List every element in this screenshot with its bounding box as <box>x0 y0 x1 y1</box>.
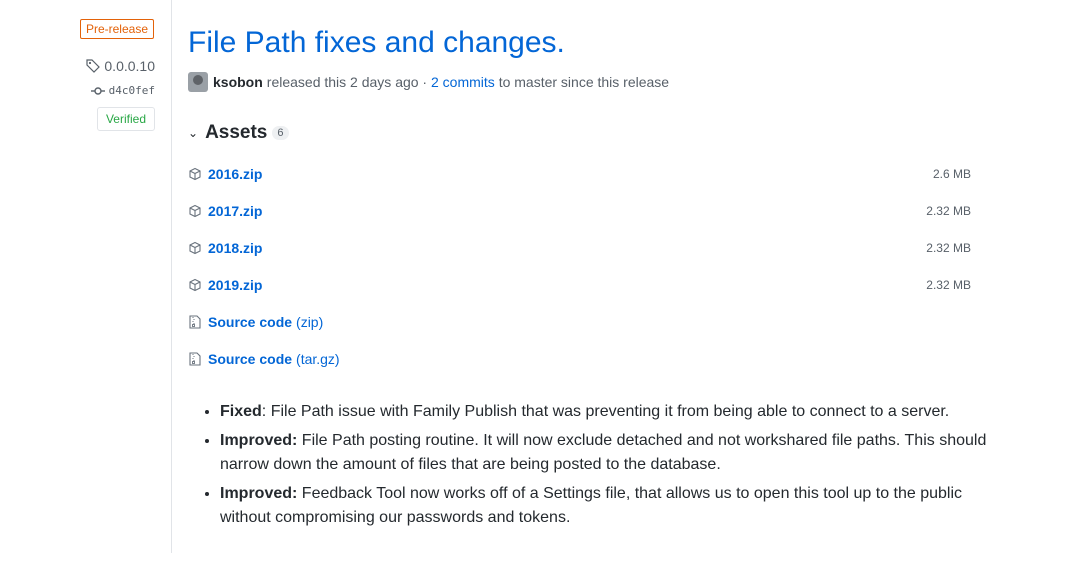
list-item: Improved: File Path posting routine. It … <box>220 429 1000 478</box>
package-icon <box>188 278 202 292</box>
list-item: Improved: Feedback Tool now works off of… <box>220 482 1000 531</box>
asset-name[interactable]: Source code <box>208 351 292 367</box>
tag-icon <box>86 59 101 73</box>
asset-row[interactable]: 2018.zip 2.32 MB <box>188 237 971 259</box>
asset-name[interactable]: Source code <box>208 314 292 330</box>
note-text: Feedback Tool now works off of a Setting… <box>220 484 963 527</box>
note-label: Improved: <box>220 431 298 449</box>
package-icon <box>188 204 202 218</box>
assets-count: 6 <box>272 126 289 140</box>
asset-row[interactable]: Source code (tar.gz) <box>188 348 971 370</box>
list-item: Fixed: File Path issue with Family Publi… <box>220 400 1000 425</box>
release-commit[interactable]: d4c0fef <box>90 84 155 97</box>
note-text: File Path posting routine. It will now e… <box>220 431 987 474</box>
asset-row[interactable]: 2017.zip 2.32 MB <box>188 200 971 222</box>
commits-suffix: to master since this release <box>498 74 670 90</box>
git-commit-icon <box>90 86 105 95</box>
release-title[interactable]: File Path fixes and changes. <box>188 26 565 60</box>
assets-heading: Assets <box>205 122 268 143</box>
verified-badge[interactable]: Verified <box>96 107 155 131</box>
note-label: Improved: <box>220 484 298 502</box>
asset-name[interactable]: 2019.zip <box>208 277 262 293</box>
package-icon <box>188 167 202 181</box>
asset-size: 2.6 MB <box>932 167 971 181</box>
release-byline: ksobon released this 2 days ago · 2 comm… <box>188 72 669 92</box>
asset-row[interactable]: Source code (zip) <box>188 311 971 333</box>
assets-toggle[interactable]: ⌄ Assets 6 <box>188 122 289 144</box>
author-name[interactable]: ksobon <box>213 74 263 90</box>
asset-size: 2.32 MB <box>926 278 971 292</box>
commits-link[interactable]: 2 commits <box>431 74 495 90</box>
asset-format[interactable]: (tar.gz) <box>296 351 340 367</box>
file-zip-icon <box>188 352 202 366</box>
asset-size: 2.32 MB <box>926 241 971 255</box>
release-meta-sidebar: Pre-release 0.0.0.10 d4c0fef Verified <box>0 0 172 553</box>
asset-name[interactable]: 2018.zip <box>208 240 262 256</box>
release-notes: Fixed: File Path issue with Family Publi… <box>188 400 1000 535</box>
note-label: Fixed <box>220 403 262 420</box>
package-icon <box>188 241 202 255</box>
chevron-down-icon: ⌄ <box>188 126 199 140</box>
asset-row[interactable]: 2019.zip 2.32 MB <box>188 274 971 296</box>
release-tag[interactable]: 0.0.0.10 <box>86 58 155 74</box>
commit-sha: d4c0fef <box>108 84 155 97</box>
asset-name[interactable]: 2017.zip <box>208 203 262 219</box>
pre-release-badge: Pre-release <box>79 19 154 39</box>
note-text: : File Path issue with Family Publish th… <box>261 403 950 420</box>
tag-label: 0.0.0.10 <box>104 58 155 74</box>
asset-size: 2.32 MB <box>926 204 971 218</box>
asset-name[interactable]: 2016.zip <box>208 166 262 182</box>
asset-row[interactable]: 2016.zip 2.6 MB <box>188 163 971 185</box>
author-avatar[interactable] <box>188 72 208 92</box>
file-zip-icon <box>188 315 202 329</box>
released-text: released this 2 days ago · <box>266 74 428 90</box>
asset-format[interactable]: (zip) <box>296 314 323 330</box>
